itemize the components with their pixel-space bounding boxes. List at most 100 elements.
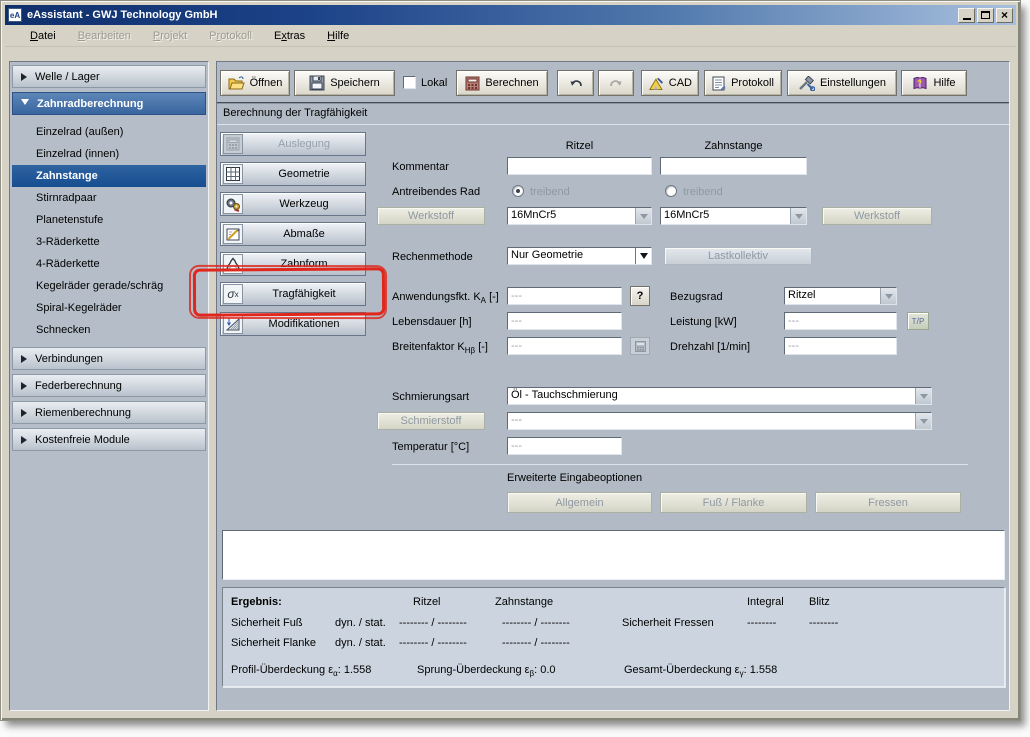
lifetime-label: Lebensdauer [h]	[392, 316, 472, 328]
nav-tragfaehigkeit-button[interactable]: σx Tragfähigkeit	[220, 282, 366, 306]
calc-method-label: Rechenmethode	[392, 251, 473, 263]
settings-button[interactable]: Einstellungen	[787, 70, 897, 96]
form-separator	[392, 464, 968, 465]
root-safety-ritzel-value: -------- / --------	[399, 617, 467, 629]
main-panel: Öffnen Speichern Lokal Berechnen CAD Pro…	[216, 61, 1010, 711]
dyn-stat-label: dyn. / stat.	[335, 637, 386, 649]
comment-input-zahnstange[interactable]	[660, 157, 807, 175]
sidebar-item-4-raederkette[interactable]: 4-Räderkette	[12, 253, 206, 275]
sidebar-item-einzelrad-innen[interactable]: Einzelrad (innen)	[12, 143, 206, 165]
results-col-blitz: Blitz	[809, 596, 830, 608]
sidebar-item-schnecken[interactable]: Schnecken	[12, 319, 206, 341]
sidebar-section-label: Verbindungen	[35, 353, 103, 365]
menu-datei[interactable]: Datei	[19, 27, 67, 45]
dropdown-arrow-icon[interactable]	[790, 208, 806, 224]
nav-zahnform-button[interactable]: Zahnform	[220, 252, 366, 276]
application-factor-input[interactable]	[507, 287, 622, 305]
sidebar-section-kostenfreie-module[interactable]: Kostenfreie Module	[12, 428, 206, 451]
modifications-icon	[223, 314, 243, 334]
lifetime-input[interactable]	[507, 312, 622, 330]
sidebar-item-einzelrad-aussen[interactable]: Einzelrad (außen)	[12, 121, 206, 143]
width-factor-label: Breitenfaktor KHβ [-]	[392, 341, 488, 355]
minimize-button[interactable]	[958, 8, 975, 23]
protocol-button[interactable]: Protokoll	[704, 70, 782, 96]
scuffing-blitz-value: --------	[809, 617, 838, 629]
nav-modifikationen-button[interactable]: Modifikationen	[220, 312, 366, 336]
open-button[interactable]: Öffnen	[220, 70, 290, 96]
power-input[interactable]	[784, 312, 897, 330]
torque-power-toggle-button[interactable]: T/P	[907, 312, 929, 330]
save-label: Speichern	[330, 77, 380, 89]
calculate-button[interactable]: Berechnen	[456, 70, 548, 96]
material-select-ritzel[interactable]: 16MnCr5	[507, 207, 652, 225]
menu-hilfe[interactable]: Hilfe	[316, 27, 360, 45]
reference-wheel-select[interactable]: Ritzel	[784, 287, 897, 305]
speed-input[interactable]	[784, 337, 897, 355]
sidebar-section-riemenberechnung[interactable]: Riemenberechnung	[12, 401, 206, 424]
sidebar-section-label: Federberechnung	[35, 380, 122, 392]
sidebar-item-spiral-kegelraeder[interactable]: Spiral-Kegelräder	[12, 297, 206, 319]
sidebar-item-3-raederkette[interactable]: 3-Räderkette	[12, 231, 206, 253]
lubrication-type-select[interactable]: Öl - Tauchschmierung	[507, 387, 932, 405]
dropdown-arrow-icon[interactable]	[915, 413, 931, 429]
nav-label: Zahnform	[243, 258, 365, 270]
width-factor-calc-button	[630, 337, 650, 355]
sidebar-section-label: Riemenberechnung	[35, 407, 131, 419]
lubricant-button: Schmierstoff	[377, 412, 485, 430]
driving-wheel-label: Antreibendes Rad	[392, 186, 480, 198]
width-factor-input[interactable]	[507, 337, 622, 355]
app-icon: eA	[8, 8, 22, 22]
flank-safety-zahnstange-value: -------- / --------	[502, 637, 570, 649]
save-button[interactable]: Speichern	[294, 70, 395, 96]
close-button[interactable]: ×	[996, 8, 1013, 23]
sidebar-item-kegelraeder[interactable]: Kegelräder gerade/schräg	[12, 275, 206, 297]
application-factor-help-button[interactable]: ?	[630, 286, 650, 306]
dropdown-arrow-icon[interactable]	[635, 208, 651, 224]
sidebar-section-zahnradberechnung[interactable]: Zahnradberechnung	[12, 92, 206, 115]
dropdown-arrow-icon[interactable]	[880, 288, 896, 304]
redo-button[interactable]	[598, 70, 634, 96]
settings-label: Einstellungen	[820, 77, 886, 89]
flank-safety-ritzel-value: -------- / --------	[399, 637, 467, 649]
sidebar-item-planetenstufe[interactable]: Planetenstufe	[12, 209, 206, 231]
toolbar-separator	[217, 102, 1009, 104]
lubricant-select[interactable]: ---	[507, 412, 932, 430]
sidebar-item-stirnradpaar[interactable]: Stirnradpaar	[12, 187, 206, 209]
cad-button[interactable]: CAD	[641, 70, 699, 96]
temperature-input[interactable]	[507, 437, 622, 455]
geometry-grid-icon	[223, 164, 243, 184]
help-button[interactable]: ? Hilfe	[901, 70, 967, 96]
total-overlap-value: Gesamt-Überdeckung εγ: 1.558	[624, 664, 777, 678]
calc-method-select[interactable]: Nur Geometrie	[507, 247, 652, 265]
open-label: Öffnen	[250, 77, 283, 89]
scuffing-safety-label: Sicherheit Fressen	[622, 617, 714, 629]
nav-geometrie-button[interactable]: Geometrie	[220, 162, 366, 186]
sidebar-section-federberechnung[interactable]: Federberechnung	[12, 374, 206, 397]
lubricant-value: ---	[508, 413, 915, 429]
advanced-general-button: Allgemein	[507, 492, 652, 513]
dropdown-arrow-icon[interactable]	[915, 388, 931, 404]
results-col-zahnstange: Zahnstange	[495, 596, 553, 608]
nav-werkzeug-button[interactable]: Werkzeug	[220, 192, 366, 216]
driving-radio-zahnstange[interactable]	[665, 185, 677, 197]
nav-abmasse-button[interactable]: Abmaße	[220, 222, 366, 246]
load-spectrum-button: Lastkollektiv	[664, 247, 812, 265]
app-window: eA eAssistant - GWJ Technology GmbH × Da…	[0, 0, 1021, 721]
driving-radio-ritzel[interactable]	[512, 185, 524, 197]
dropdown-arrow-icon[interactable]	[635, 248, 651, 264]
undo-button[interactable]	[557, 70, 594, 96]
local-checkbox[interactable]	[403, 76, 416, 89]
open-folder-icon	[228, 76, 245, 91]
undo-icon	[568, 77, 584, 90]
sidebar: Welle / Lager Zahnradberechnung Einzelra…	[9, 61, 209, 711]
window-title: eAssistant - GWJ Technology GmbH	[27, 9, 218, 21]
driving-radio-label-ritzel: treibend	[530, 186, 570, 198]
material-select-zahnstange[interactable]: 16MnCr5	[660, 207, 807, 225]
cad-ruler-icon	[648, 76, 664, 91]
sidebar-item-zahnstange[interactable]: Zahnstange	[12, 165, 206, 187]
sidebar-section-verbindungen[interactable]: Verbindungen	[12, 347, 206, 370]
sidebar-section-welle-lager[interactable]: Welle / Lager	[12, 65, 206, 88]
menu-extras[interactable]: Extras	[263, 27, 316, 45]
comment-input-ritzel[interactable]	[507, 157, 652, 175]
maximize-button[interactable]	[977, 8, 994, 23]
